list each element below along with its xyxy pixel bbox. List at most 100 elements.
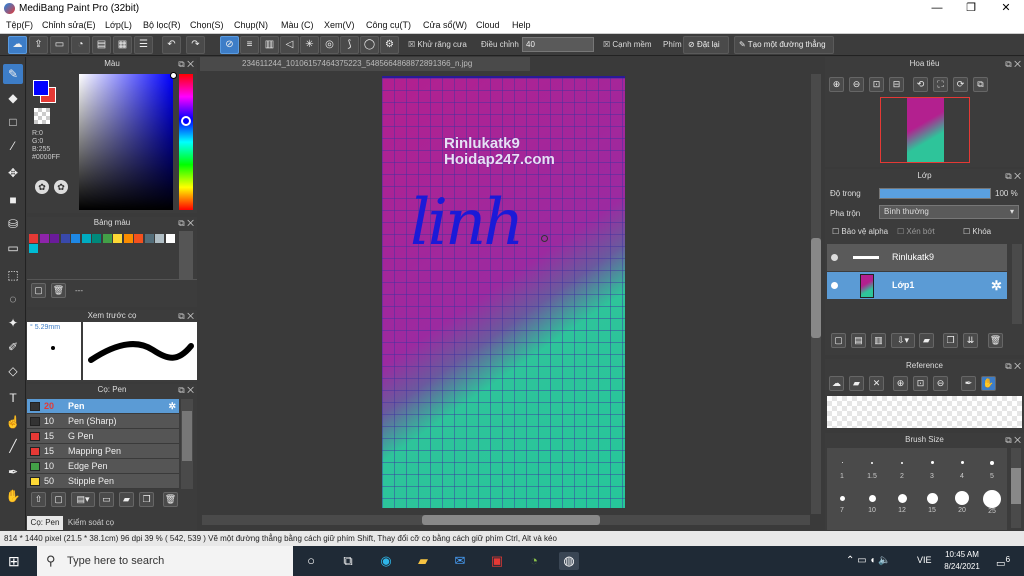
palette-swatch[interactable] (39, 234, 49, 243)
divide-tool-icon[interactable]: ╱ (3, 436, 23, 456)
task-view-icon[interactable]: ⧉ (338, 552, 358, 570)
brush-size-option[interactable]: 7 (830, 490, 854, 514)
menu-layer[interactable]: Lớp(L) (105, 20, 132, 30)
layer-item-rinlukatk9[interactable]: Rinlukatk9 (827, 244, 1007, 271)
circle-snap-icon[interactable]: ◎ (320, 36, 339, 54)
brush-item-mapping-pen[interactable]: 15 Mapping Pen (27, 444, 179, 459)
menu-filter[interactable]: Bộ lọc(R) (143, 20, 181, 30)
reset-view-icon[interactable]: ⟳ (953, 77, 968, 92)
grid-icon[interactable]: ▦ (113, 36, 132, 54)
close-button[interactable]: ✕ (989, 0, 1023, 17)
brush-size-option[interactable]: 1.5 (860, 452, 884, 480)
delete-brush-icon[interactable]: 🗑 (163, 492, 178, 507)
layer-visibility-icon[interactable] (831, 282, 838, 289)
undo-icon[interactable]: ↶ (162, 36, 181, 54)
add-brush-icon[interactable]: ⇧ (31, 492, 46, 507)
palette-swatch[interactable] (92, 234, 101, 243)
palette-swatch[interactable] (102, 234, 112, 243)
tab-brush-control[interactable]: Kiểm soát cọ (65, 516, 117, 530)
hue-slider-handle[interactable] (181, 116, 191, 126)
reference-zoom-in-icon[interactable]: ⊕ (893, 376, 908, 391)
brush-settings-icon[interactable]: ✲ (168, 399, 176, 414)
brush-list-scroll-thumb[interactable] (182, 411, 192, 461)
menu-view[interactable]: Xem(V) (324, 20, 355, 30)
medibang-taskbar-icon[interactable]: ◍ (559, 552, 579, 570)
menu-color[interactable]: Màu (C) (281, 20, 314, 30)
duplicate-brush-icon[interactable]: ❐ (139, 492, 154, 507)
brush-size-option[interactable]: 5 (980, 452, 1004, 480)
gift-app-icon[interactable]: ▣ (487, 552, 507, 570)
vertical-scroll-thumb[interactable] (811, 238, 821, 338)
palette-swatch[interactable] (144, 234, 154, 243)
horizontal-scrollbar[interactable] (202, 515, 810, 525)
saturation-value-picker[interactable] (79, 74, 173, 210)
panel-close-icon[interactable]: ⧉ ✕ (178, 310, 194, 322)
palette-swatch[interactable] (165, 234, 175, 243)
layer-folder-icon[interactable]: ▰ (919, 333, 934, 348)
brush-size-scrollbar[interactable] (1011, 448, 1021, 528)
hand-tool-icon[interactable]: ✋ (3, 486, 23, 506)
system-tray-icons[interactable]: ⌃ ▭ ◖ 🔈 (846, 555, 891, 566)
cross-snap-icon[interactable]: ▥ (260, 36, 279, 54)
zoom-in-icon[interactable]: ⊕ (829, 77, 844, 92)
menu-help[interactable]: Help (512, 20, 531, 30)
gradient-tool-icon[interactable]: ▭ (3, 238, 23, 258)
actual-size-icon[interactable]: ⊟ (889, 77, 904, 92)
menu-edit[interactable]: Chỉnh sửa(E) (42, 20, 96, 30)
reset-button[interactable]: ⊘ Đặt lại (683, 36, 729, 54)
new-palette-icon[interactable]: ▢ (31, 283, 46, 298)
zoom-out-icon[interactable]: ⊖ (849, 77, 864, 92)
new-halftone-layer-icon[interactable]: ▤ (851, 333, 866, 348)
copy-brush-icon[interactable]: ▭ (99, 492, 114, 507)
layer-settings-icon[interactable]: ✲ (991, 272, 1002, 299)
layer-item-lop1[interactable]: Lớp1 ✲ (827, 272, 1007, 299)
panel-close-icon[interactable]: ⧉ ✕ (178, 384, 194, 396)
rotate-icon[interactable]: ⟲ (913, 77, 928, 92)
straight-line-button[interactable]: ✎ Tạo một đường thẳng (734, 36, 834, 54)
radial-snap-icon[interactable]: ✳ (300, 36, 319, 54)
palette-swatch[interactable] (134, 234, 143, 243)
brush-item-pen[interactable]: 20 Pen ✲ (27, 399, 179, 414)
reference-hand-icon[interactable]: ✋ (981, 376, 996, 391)
delete-layer-icon[interactable]: 🗑 (988, 333, 1003, 348)
palette-swatch[interactable] (71, 234, 80, 243)
eraser-tool-icon[interactable]: ◆ (3, 88, 23, 108)
brush-menu-icon[interactable]: ▤▾ (71, 492, 95, 507)
windows-start-icon[interactable]: ⊞ (8, 553, 24, 569)
cloud-icon[interactable]: ☁ (8, 36, 27, 54)
brush-size-option[interactable]: 15 (920, 490, 944, 514)
antialias-checkbox[interactable]: ☒ Khử răng cưa (408, 40, 467, 49)
palette-swatch[interactable] (155, 234, 164, 243)
bucket-tool-icon[interactable]: ⛁ (3, 214, 23, 234)
panel-close-icon[interactable]: ⧉ ✕ (178, 58, 194, 70)
magic-wand-tool-icon[interactable]: ✦ (3, 313, 23, 333)
new-8bit-layer-icon[interactable]: ▥ (871, 333, 886, 348)
brush-item-g-pen[interactable]: 15 G Pen (27, 429, 179, 444)
restore-button[interactable]: ❐ (954, 0, 988, 17)
merge-layer-icon[interactable]: ⇊ (963, 333, 978, 348)
redo-icon[interactable]: ↷ (186, 36, 205, 54)
notification-icon[interactable]: ▭6 (996, 554, 1010, 569)
adjust-input[interactable]: 40 (522, 37, 594, 52)
primary-color-swatch[interactable] (33, 80, 49, 96)
select-tool-icon[interactable]: ⬚ (3, 265, 23, 285)
tab-brush[interactable]: Cọ: Pen (27, 516, 63, 530)
file-explorer-icon[interactable]: ▰ (413, 552, 433, 570)
brush-size-option[interactable]: 12 (890, 490, 914, 514)
horizontal-scroll-thumb[interactable] (422, 515, 600, 525)
chat-icon[interactable]: ◔ (71, 36, 90, 54)
new-brush-icon[interactable]: ▢ (51, 492, 66, 507)
panel-close-icon[interactable]: ⧉ ✕ (1005, 169, 1021, 183)
palette-add-icon[interactable]: ✿ (54, 180, 68, 194)
select-eraser-tool-icon[interactable]: ◇ (3, 361, 23, 381)
reference-open-icon[interactable]: ▰ (849, 376, 864, 391)
eyedropper-tool-icon[interactable]: ✒ (3, 462, 23, 482)
brush-size-option[interactable]: 20 (950, 490, 974, 514)
ellipse-snap-icon[interactable]: ◯ (360, 36, 379, 54)
document-tab[interactable]: 234611244_10106157464375223_548566486887… (200, 57, 530, 71)
panel-close-icon[interactable]: ⧉ ✕ (1005, 359, 1021, 373)
reference-cloud-icon[interactable]: ☁ (829, 376, 844, 391)
reference-close-icon[interactable]: ✕ (869, 376, 884, 391)
brush-size-option[interactable]: 1 (830, 452, 854, 480)
opacity-slider[interactable] (879, 188, 991, 199)
